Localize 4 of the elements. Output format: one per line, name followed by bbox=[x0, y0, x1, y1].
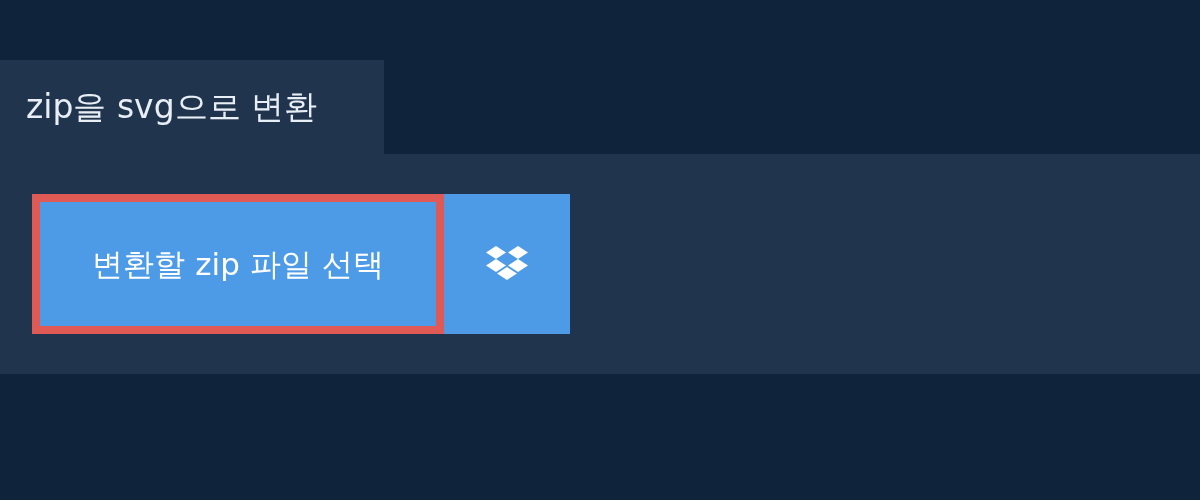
open-box-icon bbox=[486, 246, 528, 282]
page-title: zip을 svg으로 변환 bbox=[0, 60, 384, 154]
choose-file-button[interactable]: 변환할 zip 파일 선택 bbox=[32, 194, 444, 334]
dropbox-button[interactable] bbox=[444, 194, 570, 334]
